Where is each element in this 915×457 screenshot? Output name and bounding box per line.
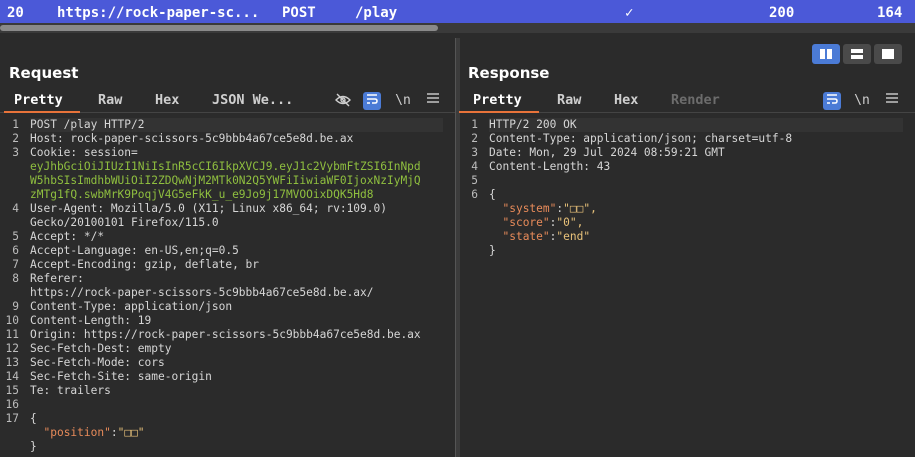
active-tab-indicator [4, 111, 80, 113]
code-line: Gecko/20100101 Firefox/115.0 [30, 216, 219, 229]
request-tabs: Pretty Raw Hex JSON We... \n [0, 90, 455, 113]
code-line: Accept-Encoding: gzip, deflate, br [30, 258, 260, 271]
tab-pretty[interactable]: Pretty [473, 92, 522, 108]
code-line: POST /play HTTP/2 [30, 118, 443, 132]
code-line: Date: Mon, 29 Jul 2024 08:59:21 GMT [489, 146, 725, 159]
tab-pretty[interactable]: Pretty [14, 92, 63, 108]
code-line: "state":"end" [502, 230, 591, 243]
line-number: 5 [12, 230, 19, 243]
line-number: 7 [12, 258, 19, 271]
code-line: https://rock-paper-scissors-5c9bbb4a67ce… [30, 286, 374, 299]
line-number: 1 [471, 118, 478, 131]
code-line: eyJhbGciOiJIUzI1NiIsInR5cCI6IkpXVCJ9.eyJ… [30, 160, 421, 173]
line-number: 4 [12, 202, 19, 215]
line-number: 2 [471, 132, 478, 145]
hamburger-menu-icon[interactable] [424, 92, 442, 110]
code-line: "system":"□□", [502, 202, 597, 215]
tab-render[interactable]: Render [671, 92, 720, 108]
active-tab-indicator [459, 111, 539, 113]
line-number: 8 [12, 272, 19, 285]
line-number: 10 [5, 314, 19, 327]
tab-hex[interactable]: Hex [614, 92, 638, 108]
code-line: Sec-Fetch-Site: same-origin [30, 370, 212, 383]
response-pane: Response Pretty Raw Hex Render \n 1 HTTP/… [459, 38, 915, 457]
code-line: User-Agent: Mozilla/5.0 (X11; Linux x86_… [30, 202, 387, 215]
code-line: zMTg1fQ.swbMrK9PoqjV4G5eFkK_u_e9Jo9j17MV… [30, 188, 374, 201]
response-tabs: Pretty Raw Hex Render \n [459, 90, 915, 113]
line-number: 15 [5, 384, 19, 397]
line-number: 3 [12, 146, 19, 159]
line-number: 13 [5, 356, 19, 369]
code-line: W5hbSIsImdhbWUiOiI2ZDQwNjM2MTk0N2Q5YWFiI… [30, 174, 421, 187]
newline-toggle-icon[interactable]: \n [394, 92, 412, 110]
line-number: 3 [471, 146, 478, 159]
tab-hex[interactable]: Hex [155, 92, 179, 108]
line-number: 6 [12, 244, 19, 257]
code-line: Accept-Language: en-US,en;q=0.5 [30, 244, 239, 257]
code-line: HTTP/2 200 OK [489, 118, 903, 132]
line-number: 6 [471, 188, 478, 201]
tab-json-web-token[interactable]: JSON We... [212, 92, 293, 108]
wrap-lines-icon[interactable] [823, 92, 841, 110]
line-number: 17 [5, 412, 19, 425]
code-line: Content-Type: application/json; charset=… [489, 132, 793, 145]
response-title: Response [468, 64, 550, 82]
eye-slash-icon[interactable] [334, 92, 352, 110]
code-line: Sec-Fetch-Dest: empty [30, 342, 172, 355]
line-number: 1 [12, 118, 19, 131]
tab-raw[interactable]: Raw [557, 92, 581, 108]
line-number: 16 [5, 398, 19, 411]
scrollbar-thumb[interactable] [0, 25, 438, 31]
code-line: Content-Type: application/json [30, 300, 233, 313]
response-editor[interactable]: 1 HTTP/2 200 OK 2 Content-Type: application… [459, 118, 915, 457]
wrap-lines-icon[interactable] [363, 92, 381, 110]
code-line: "position":"□□" [43, 426, 145, 439]
horizontal-scrollbar[interactable] [0, 23, 915, 33]
code-line: } [30, 440, 37, 453]
newline-toggle-icon[interactable]: \n [853, 92, 871, 110]
request-editor[interactable]: 1 POST /play HTTP/2 2 Host: rock-paper-scis… [0, 118, 455, 457]
code-line: Accept: */* [30, 230, 105, 243]
code-line: Sec-Fetch-Mode: cors [30, 356, 165, 369]
request-title: Request [9, 64, 79, 82]
line-number: 14 [5, 370, 19, 383]
line-number: 2 [12, 132, 19, 145]
code-line: Host: rock-paper-scissors-5c9bbb4a67ce5e… [30, 132, 354, 145]
code-line: { [30, 412, 37, 425]
line-number: 9 [12, 300, 19, 313]
code-line: Content-Length: 43 [489, 160, 611, 173]
code-line: Content-Length: 19 [30, 314, 152, 327]
code-line: "score":"0", [502, 216, 584, 229]
line-number: 12 [5, 342, 19, 355]
code-line: Referer: [30, 272, 84, 285]
code-line: } [489, 244, 496, 257]
line-number: 4 [471, 160, 478, 173]
code-line: Te: trailers [30, 384, 111, 397]
tab-raw[interactable]: Raw [98, 92, 122, 108]
history-row-selected[interactable]: 20 https://rock-paper-sc... POST /play ✓… [0, 0, 915, 23]
request-pane: Request Pretty Raw Hex JSON We... \n 1 PO… [0, 38, 455, 457]
code-line: Origin: https://rock-paper-scissors-5c9b… [30, 328, 421, 341]
code-line: Cookie: session= [30, 146, 138, 159]
hamburger-menu-icon[interactable] [883, 92, 901, 110]
line-number: 11 [5, 328, 19, 341]
code-line: { [489, 188, 496, 201]
line-number: 5 [471, 174, 478, 187]
